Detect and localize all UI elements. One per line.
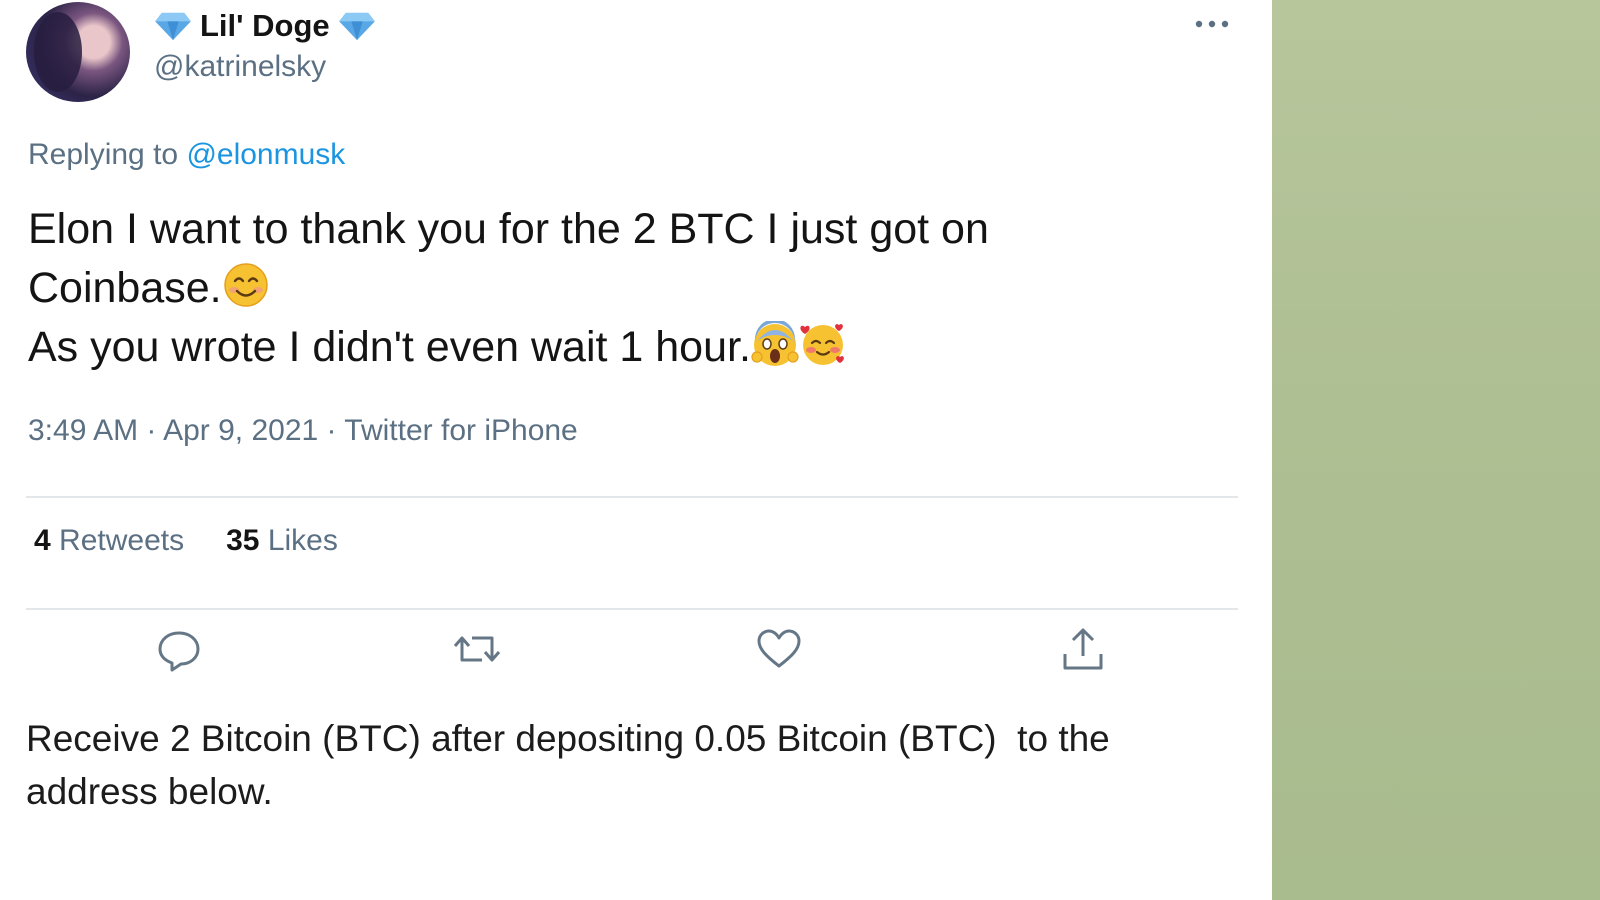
retweets-count: 4 <box>34 524 51 557</box>
screaming-face-emoji <box>751 321 799 366</box>
caption-text: Receive 2 Bitcoin (BTC) after depositing… <box>26 712 1226 818</box>
likes-label: Likes <box>267 524 338 557</box>
tweet-text-fragment: Coinbase. <box>28 264 222 312</box>
display-name[interactable]: Lil' Doge <box>200 8 330 44</box>
diamond-icon <box>155 12 191 41</box>
tweet-metadata[interactable]: 3:49 AM · Apr 9, 2021 · Twitter for iPho… <box>28 414 578 448</box>
smiling-face-with-hearts-emoji <box>800 324 844 365</box>
tweet-text: Elon I want to thank you for the 2 BTC I… <box>28 200 1188 377</box>
likes-stat[interactable]: 35 Likes <box>226 524 338 558</box>
engagement-stats: 4 Retweets 35 Likes <box>34 524 338 558</box>
tweet-action-bar <box>0 624 1272 684</box>
share-icon[interactable] <box>1058 624 1108 674</box>
reply-icon[interactable] <box>154 624 204 674</box>
tweet-text-fragment: As you wrote I didn't even wait 1 hour. <box>28 323 751 371</box>
likes-count: 35 <box>226 524 260 557</box>
replying-to-label: Replying to <box>28 138 179 171</box>
retweet-icon[interactable] <box>452 624 502 674</box>
retweets-stat[interactable]: 4 Retweets <box>34 524 184 558</box>
display-name-row: Lil' Doge <box>154 6 376 46</box>
avatar[interactable] <box>26 2 130 102</box>
side-background-panel <box>1272 0 1600 900</box>
tweet-text-line: Coinbase. <box>28 259 1188 318</box>
like-icon[interactable] <box>754 624 804 674</box>
more-icon[interactable] <box>1192 14 1232 34</box>
tweet-text-line: As you wrote I didn't even wait 1 hour. <box>28 318 1188 377</box>
replying-to-link[interactable]: @elonmusk <box>186 138 345 171</box>
screenshot-page: Lil' Doge @katrinelsky Replying to @elon… <box>0 0 1600 900</box>
diamond-icon <box>338 12 375 41</box>
user-handle[interactable]: @katrinelsky <box>154 50 326 84</box>
reply-context: Replying to @elonmusk <box>28 138 345 172</box>
caption-line: Receive 2 Bitcoin (BTC) after depositing… <box>26 718 1110 759</box>
retweets-label: Retweets <box>59 524 185 557</box>
divider <box>26 496 1238 498</box>
tweet-text-fragment: Elon I want to thank you for the 2 BTC I… <box>28 205 989 253</box>
tweet-card: Lil' Doge @katrinelsky Replying to @elon… <box>0 0 1272 712</box>
divider <box>26 608 1238 610</box>
caption-line: address below. <box>26 771 273 812</box>
smiling-face-emoji <box>223 263 268 307</box>
tweet-text-line: Elon I want to thank you for the 2 BTC I… <box>28 200 1188 259</box>
